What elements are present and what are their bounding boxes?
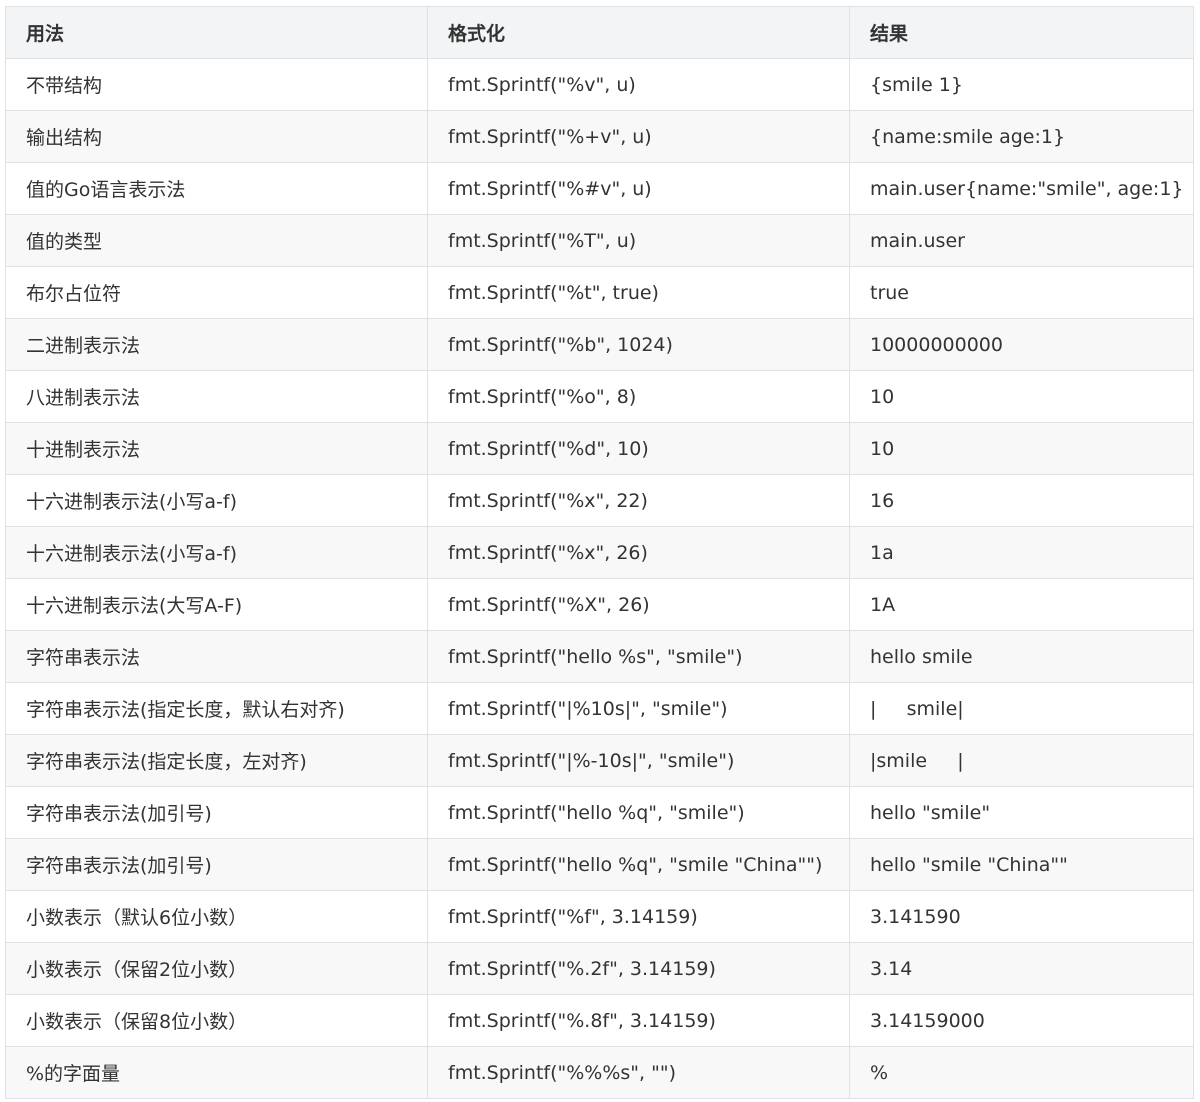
cell-result: hello smile xyxy=(849,630,1194,683)
cell-usage: 字符串表示法(指定长度，左对齐) xyxy=(5,734,428,787)
cell-usage: 字符串表示法(指定长度，默认右对齐) xyxy=(5,682,428,735)
table-row: 十进制表示法 fmt.Sprintf("%d", 10) 10 xyxy=(5,422,1194,475)
cell-result: 1A xyxy=(849,578,1194,631)
cell-usage: 不带结构 xyxy=(5,58,428,111)
table-header: 用法 格式化 结果 xyxy=(5,6,1194,59)
table-row: 小数表示（默认6位小数） fmt.Sprintf("%f", 3.14159) 3.… xyxy=(5,890,1194,943)
cell-result: 16 xyxy=(849,474,1194,527)
cell-usage: 布尔占位符 xyxy=(5,266,428,319)
table-row: 字符串表示法 fmt.Sprintf("hello %s", "smile") he… xyxy=(5,630,1194,683)
cell-format: fmt.Sprintf("%x", 26) xyxy=(427,526,850,579)
table-row: 十六进制表示法(大写A-F) fmt.Sprintf("%X", 26) 1A xyxy=(5,578,1194,631)
cell-usage: 小数表示（保留8位小数） xyxy=(5,994,428,1047)
cell-format: fmt.Sprintf("%d", 10) xyxy=(427,422,850,475)
table-body: 不带结构 fmt.Sprintf("%v", u) {smile 1} 输出结构 fmt… xyxy=(5,58,1194,1099)
table-row: 十六进制表示法(小写a-f) fmt.Sprintf("%x", 22) 16 xyxy=(5,474,1194,527)
cell-format: fmt.Sprintf("|%10s|", "smile") xyxy=(427,682,850,735)
table-row: 小数表示（保留8位小数） fmt.Sprintf("%.8f", 3.14159)… xyxy=(5,994,1194,1047)
table-row: 不带结构 fmt.Sprintf("%v", u) {smile 1} xyxy=(5,58,1194,111)
cell-usage: 小数表示（默认6位小数） xyxy=(5,890,428,943)
header-result: 结果 xyxy=(849,6,1194,59)
cell-result: % xyxy=(849,1046,1194,1099)
cell-result: 3.141590 xyxy=(849,890,1194,943)
cell-format: fmt.Sprintf("%f", 3.14159) xyxy=(427,890,850,943)
cell-usage: 值的类型 xyxy=(5,214,428,267)
header-row: 用法 格式化 结果 xyxy=(5,6,1194,59)
cell-usage: 字符串表示法(加引号) xyxy=(5,786,428,839)
cell-result: 10000000000 xyxy=(849,318,1194,371)
table-row: 值的Go语言表示法 fmt.Sprintf("%#v", u) main.user{… xyxy=(5,162,1194,215)
cell-usage: 小数表示（保留2位小数） xyxy=(5,942,428,995)
cell-format: fmt.Sprintf("%X", 26) xyxy=(427,578,850,631)
table-row: 十六进制表示法(小写a-f) fmt.Sprintf("%x", 26) 1a xyxy=(5,526,1194,579)
cell-usage: 二进制表示法 xyxy=(5,318,428,371)
table-row: 输出结构 fmt.Sprintf("%+v", u) {name:smile age… xyxy=(5,110,1194,163)
table-row: 值的类型 fmt.Sprintf("%T", u) main.user xyxy=(5,214,1194,267)
cell-usage: 十进制表示法 xyxy=(5,422,428,475)
cell-result: |smile | xyxy=(849,734,1194,787)
header-usage: 用法 xyxy=(5,6,428,59)
table-row: 字符串表示法(指定长度，左对齐) fmt.Sprintf("|%-10s|", "… xyxy=(5,734,1194,787)
table-row: %的字面量 fmt.Sprintf("%%%s", "")% xyxy=(5,1046,1194,1099)
cell-format: fmt.Sprintf("%+v", u) xyxy=(427,110,850,163)
format-table: 用法 格式化 结果 不带结构 fmt.Sprintf("%v", u) {smile… xyxy=(5,6,1194,1099)
cell-usage: 字符串表示法 xyxy=(5,630,428,683)
cell-result: 3.14159000 xyxy=(849,994,1194,1047)
format-table-container: 用法 格式化 结果 不带结构 fmt.Sprintf("%v", u) {smile… xyxy=(5,6,1194,1099)
cell-format: fmt.Sprintf("|%-10s|", "smile") xyxy=(427,734,850,787)
cell-result: 10 xyxy=(849,370,1194,423)
cell-format: fmt.Sprintf("%b", 1024) xyxy=(427,318,850,371)
cell-result: true xyxy=(849,266,1194,319)
cell-format: fmt.Sprintf("%o", 8) xyxy=(427,370,850,423)
cell-format: fmt.Sprintf("hello %q", "smile") xyxy=(427,786,850,839)
table-row: 布尔占位符 fmt.Sprintf("%t", true) true xyxy=(5,266,1194,319)
cell-result: | smile| xyxy=(849,682,1194,735)
cell-result: main.user{name:"smile", age:1} xyxy=(849,162,1194,215)
cell-format: fmt.Sprintf("hello %q", "smile "China"") xyxy=(427,838,850,891)
cell-format: fmt.Sprintf("%.2f", 3.14159) xyxy=(427,942,850,995)
table-row: 二进制表示法 fmt.Sprintf("%b", 1024) 10000000000 xyxy=(5,318,1194,371)
cell-format: fmt.Sprintf("%.8f", 3.14159) xyxy=(427,994,850,1047)
cell-result: {name:smile age:1} xyxy=(849,110,1194,163)
cell-result: {smile 1} xyxy=(849,58,1194,111)
cell-usage: 十六进制表示法(小写a-f) xyxy=(5,474,428,527)
cell-result: 10 xyxy=(849,422,1194,475)
table-row: 八进制表示法 fmt.Sprintf("%o", 8) 10 xyxy=(5,370,1194,423)
cell-usage: %的字面量 xyxy=(5,1046,428,1099)
cell-format: fmt.Sprintf("%#v", u) xyxy=(427,162,850,215)
cell-format: fmt.Sprintf("%x", 22) xyxy=(427,474,850,527)
cell-usage: 八进制表示法 xyxy=(5,370,428,423)
table-row: 字符串表示法(指定长度，默认右对齐) fmt.Sprintf("|%10s|", … xyxy=(5,682,1194,735)
cell-result: 1a xyxy=(849,526,1194,579)
cell-result: main.user xyxy=(849,214,1194,267)
cell-result: 3.14 xyxy=(849,942,1194,995)
cell-result: hello "smile" xyxy=(849,786,1194,839)
table-row: 字符串表示法(加引号) fmt.Sprintf("hello %q", "smil… xyxy=(5,838,1194,891)
cell-result: hello "smile "China"" xyxy=(849,838,1194,891)
cell-usage: 输出结构 xyxy=(5,110,428,163)
cell-format: fmt.Sprintf("hello %s", "smile") xyxy=(427,630,850,683)
cell-usage: 字符串表示法(加引号) xyxy=(5,838,428,891)
cell-usage: 值的Go语言表示法 xyxy=(5,162,428,215)
cell-format: fmt.Sprintf("%v", u) xyxy=(427,58,850,111)
table-row: 小数表示（保留2位小数） fmt.Sprintf("%.2f", 3.14159)… xyxy=(5,942,1194,995)
header-format: 格式化 xyxy=(427,6,850,59)
cell-format: fmt.Sprintf("%t", true) xyxy=(427,266,850,319)
cell-usage: 十六进制表示法(大写A-F) xyxy=(5,578,428,631)
cell-usage: 十六进制表示法(小写a-f) xyxy=(5,526,428,579)
cell-format: fmt.Sprintf("%%%s", "") xyxy=(427,1046,850,1099)
table-row: 字符串表示法(加引号) fmt.Sprintf("hello %q", "smil… xyxy=(5,786,1194,839)
cell-format: fmt.Sprintf("%T", u) xyxy=(427,214,850,267)
